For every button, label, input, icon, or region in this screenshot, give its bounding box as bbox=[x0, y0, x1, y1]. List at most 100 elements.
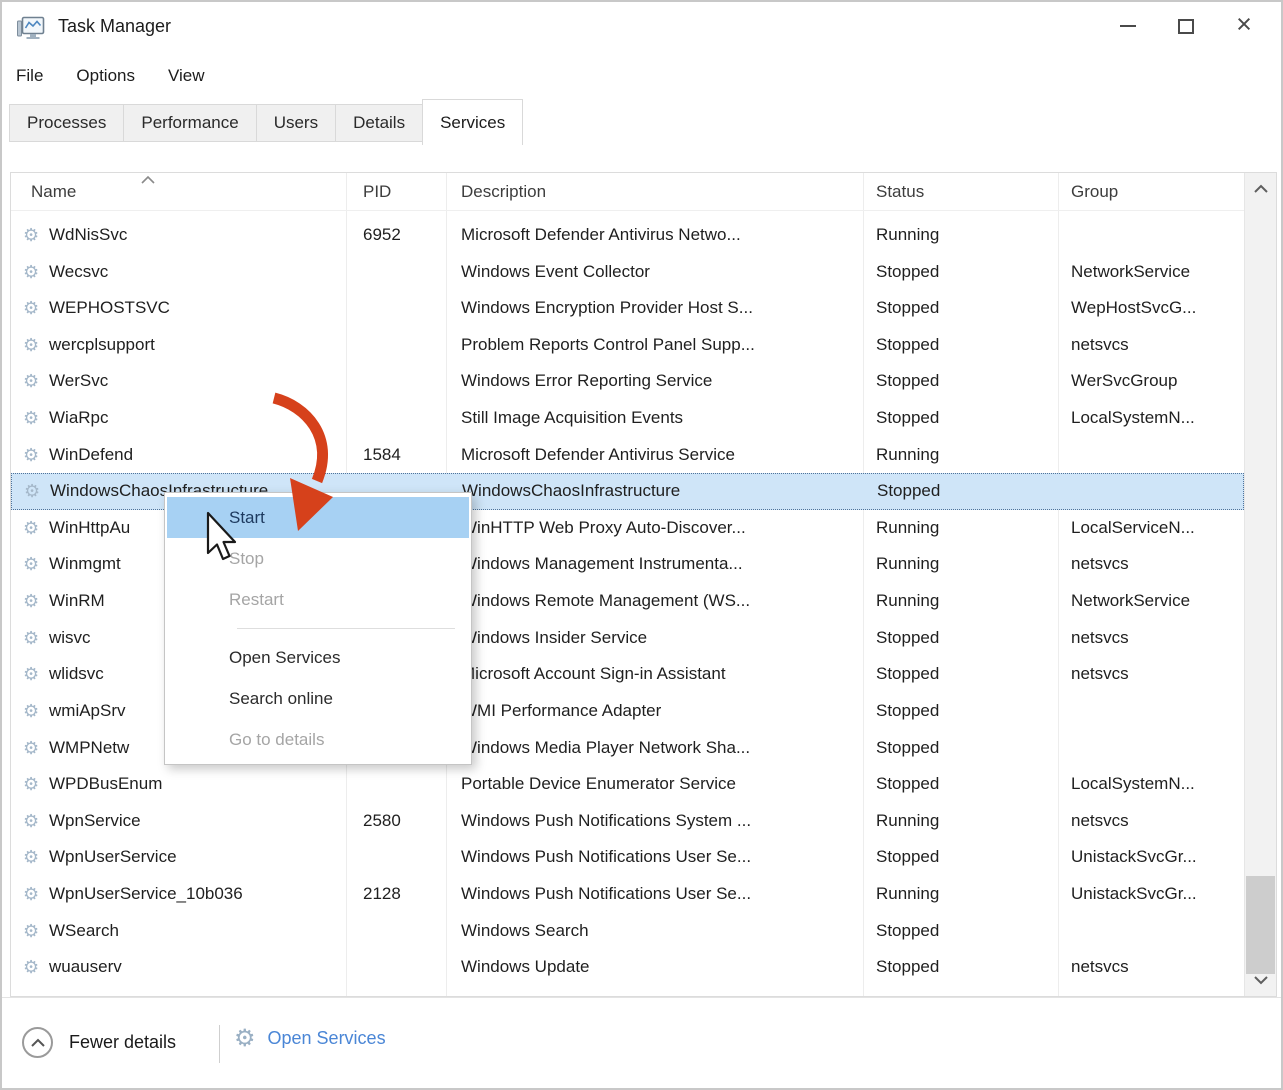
service-row[interactable]: ⚙ WpnUserService Windows Push Notificati… bbox=[11, 839, 1244, 876]
service-group: netsvcs bbox=[1071, 328, 1243, 363]
service-status: Stopped bbox=[876, 950, 1056, 985]
service-name: WinDefend bbox=[49, 438, 345, 473]
service-name: WdNisSvc bbox=[49, 218, 345, 253]
footer-bar: Fewer details ⚙ Open Services bbox=[2, 997, 1281, 1090]
column-header-pid[interactable]: PID bbox=[363, 173, 391, 211]
service-row[interactable]: ⚙ WdNisSvc 6952 Microsoft Defender Antiv… bbox=[11, 217, 1244, 254]
context-menu-item-label: Restart bbox=[229, 590, 284, 609]
service-row[interactable]: ⚙ WEPHOSTSVC Windows Encryption Provider… bbox=[11, 290, 1244, 327]
vertical-scrollbar[interactable] bbox=[1244, 173, 1276, 996]
tab[interactable]: Performance bbox=[123, 104, 256, 142]
maximize-button[interactable] bbox=[1157, 2, 1215, 50]
fewer-details-button[interactable]: Fewer details bbox=[22, 1027, 176, 1058]
title-bar: Task Manager × bbox=[2, 2, 1281, 54]
column-header-description[interactable]: Description bbox=[461, 173, 546, 211]
service-row[interactable]: ⚙ WiaRpc Still Image Acquisition Events … bbox=[11, 400, 1244, 437]
service-group: netsvcs bbox=[1071, 547, 1243, 582]
service-gear-icon: ⚙ bbox=[23, 840, 47, 875]
service-name: WSearch bbox=[49, 914, 345, 949]
context-menu-item[interactable]: Stop bbox=[167, 538, 469, 579]
service-row[interactable]: ⚙ WpnService 2580 Windows Push Notificat… bbox=[11, 803, 1244, 840]
service-gear-icon: ⚙ bbox=[23, 218, 47, 253]
context-menu-item[interactable]: Open Services bbox=[167, 637, 469, 678]
chevron-down-icon bbox=[1253, 975, 1269, 985]
tab-label: Details bbox=[353, 113, 405, 133]
menu-file[interactable]: File bbox=[16, 66, 43, 86]
menu-view[interactable]: View bbox=[168, 66, 205, 86]
service-gear-icon: ⚙ bbox=[23, 767, 47, 802]
service-status: Running bbox=[876, 804, 1056, 839]
service-name: WiaRpc bbox=[49, 401, 345, 436]
service-group: WerSvcGroup bbox=[1071, 364, 1243, 399]
task-manager-icon bbox=[16, 13, 46, 43]
service-status: Stopped bbox=[876, 657, 1056, 692]
service-status: Stopped bbox=[876, 364, 1056, 399]
service-row[interactable]: ⚙ WSearch Windows Search Stopped bbox=[11, 913, 1244, 950]
context-menu-item[interactable]: Restart bbox=[167, 579, 469, 620]
service-row[interactable]: ⚙ wercplsupport Problem Reports Control … bbox=[11, 327, 1244, 364]
service-description: Windows Error Reporting Service bbox=[461, 364, 861, 399]
service-row[interactable]: ⚙ WinDefend 1584 Microsoft Defender Anti… bbox=[11, 437, 1244, 474]
context-menu-separator bbox=[237, 628, 455, 629]
task-manager-window: Task Manager × File Options View Process… bbox=[0, 0, 1283, 1090]
service-name: WpnService bbox=[49, 804, 345, 839]
service-status: Running bbox=[876, 547, 1056, 582]
open-services-link[interactable]: ⚙ Open Services bbox=[234, 1024, 386, 1053]
context-menu: Start Stop Restart Open Services Search … bbox=[164, 492, 472, 765]
service-description: Windows Insider Service bbox=[461, 621, 861, 656]
service-gear-icon: ⚙ bbox=[23, 328, 47, 363]
service-row[interactable]: ⚙ wuauserv Windows Update Stopped netsvc… bbox=[11, 949, 1244, 986]
tab[interactable]: Users bbox=[256, 104, 336, 142]
maximize-icon bbox=[1178, 19, 1194, 34]
service-gear-icon: ⚙ bbox=[23, 547, 47, 582]
service-description: Microsoft Defender Antivirus Service bbox=[461, 438, 861, 473]
service-description: Windows Search bbox=[461, 914, 861, 949]
service-group: LocalServiceN... bbox=[1071, 511, 1243, 546]
service-pid: 2580 bbox=[363, 804, 448, 839]
service-description: WinHTTP Web Proxy Auto-Discover... bbox=[461, 511, 861, 546]
column-header-name[interactable]: Name bbox=[31, 173, 76, 211]
service-row[interactable]: ⚙ WpnUserService_10b036 2128 Windows Pus… bbox=[11, 876, 1244, 913]
service-description: Windows Media Player Network Sha... bbox=[461, 731, 861, 766]
context-menu-item[interactable]: Start bbox=[167, 497, 469, 538]
column-header-group[interactable]: Group bbox=[1071, 173, 1118, 211]
service-group: UnistackSvcGr... bbox=[1071, 840, 1243, 875]
service-group: netsvcs bbox=[1071, 657, 1243, 692]
service-pid: 1584 bbox=[363, 438, 448, 473]
tab-label: Performance bbox=[141, 113, 238, 133]
service-row[interactable]: ⚙ WPDBusEnum Portable Device Enumerator … bbox=[11, 766, 1244, 803]
fewer-details-label: Fewer details bbox=[69, 1032, 176, 1053]
menu-bar: File Options View bbox=[2, 58, 238, 94]
service-name: wercplsupport bbox=[49, 328, 345, 363]
menu-options[interactable]: Options bbox=[76, 66, 135, 86]
tab[interactable]: Details bbox=[335, 104, 423, 142]
service-status: Stopped bbox=[876, 694, 1056, 729]
service-status: Stopped bbox=[876, 621, 1056, 656]
circled-chevron-up-icon bbox=[22, 1027, 53, 1058]
service-group: UnistackSvcGr... bbox=[1071, 877, 1243, 912]
close-button[interactable]: × bbox=[1215, 2, 1273, 50]
service-description: Windows Push Notifications User Se... bbox=[461, 840, 861, 875]
scroll-up-button[interactable] bbox=[1245, 173, 1276, 205]
column-header-status[interactable]: Status bbox=[876, 173, 924, 211]
service-status: Stopped bbox=[877, 474, 1057, 509]
scroll-down-button[interactable] bbox=[1245, 964, 1276, 996]
tab[interactable]: Processes bbox=[9, 104, 124, 142]
service-row[interactable]: ⚙ WerSvc Windows Error Reporting Service… bbox=[11, 363, 1244, 400]
service-name: WerSvc bbox=[49, 364, 345, 399]
service-group: netsvcs bbox=[1071, 804, 1243, 839]
service-pid: 2128 bbox=[363, 877, 448, 912]
service-pid: 6952 bbox=[363, 218, 448, 253]
service-status: Stopped bbox=[876, 767, 1056, 802]
service-description: Windows Push Notifications User Se... bbox=[461, 877, 861, 912]
service-status: Stopped bbox=[876, 914, 1056, 949]
service-gear-icon: ⚙ bbox=[23, 804, 47, 839]
tab[interactable]: Services bbox=[422, 99, 523, 145]
scrollbar-thumb[interactable] bbox=[1246, 876, 1275, 974]
service-row[interactable]: ⚙ Wecsvc Windows Event Collector Stopped… bbox=[11, 254, 1244, 291]
service-status: Stopped bbox=[876, 840, 1056, 875]
context-menu-item[interactable]: Search online bbox=[167, 678, 469, 719]
minimize-button[interactable] bbox=[1099, 2, 1157, 50]
minimize-icon bbox=[1120, 25, 1136, 27]
context-menu-item[interactable]: Go to details bbox=[167, 719, 469, 760]
